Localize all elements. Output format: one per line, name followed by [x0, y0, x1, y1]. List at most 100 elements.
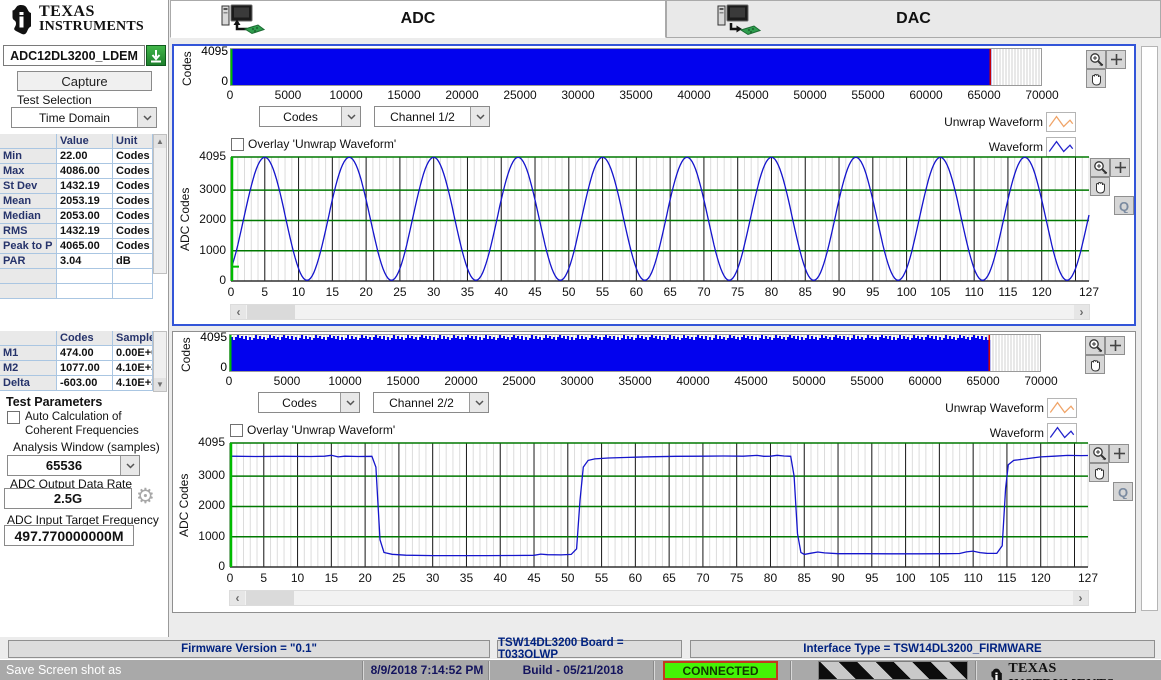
target-frequency-input[interactable]: 497.770000000M — [4, 525, 134, 546]
chevron-down-icon[interactable] — [470, 107, 489, 126]
axis-tick-label: 2000 — [187, 498, 225, 512]
overview-zoom-controls — [1086, 50, 1136, 88]
legend-label: Unwrap Waveform — [945, 401, 1044, 415]
axis-tick-label: 70000 — [1018, 88, 1066, 102]
scroll-right-icon[interactable]: › — [1074, 305, 1089, 319]
pan-hand-button[interactable] — [1086, 69, 1106, 88]
pan-hand-button[interactable] — [1090, 177, 1110, 196]
plot-h-scrollbar[interactable]: ‹ › — [229, 590, 1089, 606]
zoom-tool-button[interactable] — [1086, 50, 1106, 69]
axis-tick-label: 50000 — [786, 88, 834, 102]
axis-tick-label: 80 — [754, 571, 786, 585]
axis-tick-label: 40000 — [669, 374, 717, 388]
stats-table-scrollbar[interactable]: ▲ — [153, 134, 167, 274]
device-select[interactable]: ADC12DL3200_LDEM — [3, 45, 145, 66]
data-rate-input[interactable]: 2.5G — [4, 488, 132, 509]
axis-tick-label: 127 — [1073, 285, 1105, 299]
rescale-button[interactable]: Q — [1114, 196, 1134, 215]
axis-tick-label: 30 — [418, 285, 450, 299]
axis-tick-label: 30000 — [553, 374, 601, 388]
overview-zoom-controls — [1085, 336, 1135, 374]
waveform-plot[interactable] — [230, 156, 1090, 282]
channel-dropdown[interactable]: Channel 1/2 — [374, 106, 490, 127]
test-selection-dropdown[interactable]: Time Domain — [11, 107, 157, 128]
capture-button[interactable]: Capture — [17, 71, 152, 91]
axis-tick-label: 40000 — [670, 88, 718, 102]
axis-tick-label: 105 — [924, 285, 956, 299]
overview-ymin-tick: 0 — [193, 360, 227, 374]
pan-hand-button[interactable] — [1089, 463, 1109, 482]
scroll-thumb[interactable] — [247, 305, 295, 319]
axis-tick-label: 50000 — [785, 374, 833, 388]
marker-table-scrollbar[interactable]: ▼ — [153, 331, 167, 392]
download-arrow-icon — [150, 49, 162, 63]
table-row: Median2053.00Codes — [0, 209, 153, 224]
zoom-tool-button[interactable] — [1089, 444, 1109, 463]
channel-dropdown[interactable]: Channel 2/2 — [373, 392, 489, 413]
save-screenshot-label[interactable]: Save Screen shot as — [6, 663, 121, 677]
overview-plot[interactable] — [230, 48, 1042, 86]
waveform-plot[interactable] — [229, 442, 1089, 568]
axis-tick-label: 45 — [518, 571, 550, 585]
pan-hand-button[interactable] — [1085, 355, 1105, 374]
unit-dropdown[interactable]: Codes — [258, 392, 360, 413]
axis-tick-label: 15 — [315, 571, 347, 585]
scroll-down-icon[interactable]: ▼ — [154, 378, 166, 391]
zoom-in-button[interactable] — [1110, 158, 1130, 177]
table-cell: 0.00E+0 — [113, 346, 153, 361]
table-cell: Min — [0, 149, 57, 164]
axis-tick-label: 85 — [788, 571, 820, 585]
chevron-down-icon[interactable] — [340, 393, 359, 412]
axis-tick-label: 65 — [654, 285, 686, 299]
zoom-tool-button[interactable] — [1090, 158, 1110, 177]
zoom-tool-button[interactable] — [1085, 336, 1105, 355]
chevron-down-icon[interactable] — [469, 393, 488, 412]
axis-tick-label: 120 — [1026, 285, 1058, 299]
auto-calc-checkbox[interactable] — [7, 411, 20, 424]
axis-tick-label: 5 — [248, 571, 280, 585]
axis-tick-label: 25000 — [495, 374, 543, 388]
gear-icon[interactable]: ⚙ — [136, 486, 155, 507]
chevron-down-icon[interactable] — [341, 107, 360, 126]
table-row: St Dev1432.19Codes — [0, 179, 153, 194]
interface-type-box: Interface Type = TSW14DL3200_FIRMWARE — [690, 640, 1155, 658]
chevron-down-icon[interactable] — [137, 108, 156, 127]
overlay-unwrap-checkbox[interactable] — [231, 138, 244, 151]
table-row — [0, 284, 153, 299]
plot-h-scrollbar[interactable]: ‹ › — [230, 304, 1090, 320]
table-row: PAR3.04dB — [0, 254, 153, 269]
table-header-cell: Value — [57, 134, 113, 149]
ti-footer-logo-text: TEXAS INSTRUMENTS — [1008, 661, 1161, 680]
zoom-in-button[interactable] — [1109, 444, 1129, 463]
table-cell — [0, 284, 57, 299]
zoom-in-button[interactable] — [1106, 50, 1126, 69]
legend-waveform: Waveform — [989, 137, 1076, 157]
divider — [653, 661, 655, 680]
test-selection-label: Test Selection — [17, 93, 92, 107]
overview-plot[interactable] — [229, 334, 1041, 372]
tab-adc[interactable]: ADC — [170, 0, 666, 38]
load-device-button[interactable] — [146, 45, 166, 66]
unit-dropdown[interactable]: Codes — [259, 106, 361, 127]
scroll-thumb[interactable] — [246, 591, 294, 605]
table-cell: 4086.00 — [57, 164, 113, 179]
axis-tick-label: 3000 — [188, 182, 226, 196]
rescale-button[interactable]: Q — [1113, 482, 1133, 501]
unit-value: Codes — [259, 393, 340, 412]
vertical-scrollbar[interactable] — [1141, 46, 1158, 611]
overlay-unwrap-checkbox[interactable] — [230, 424, 243, 437]
zoom-in-button[interactable] — [1105, 336, 1125, 355]
axis-tick-label: 75 — [721, 571, 753, 585]
scroll-right-icon[interactable]: › — [1073, 591, 1088, 605]
axis-tick-label: 65000 — [960, 88, 1008, 102]
axis-tick-label: 15 — [316, 285, 348, 299]
test-selection-value: Time Domain — [12, 108, 137, 127]
table-cell: RMS — [0, 224, 57, 239]
scroll-up-icon[interactable]: ▲ — [154, 135, 166, 148]
scroll-left-icon[interactable]: ‹ — [230, 591, 245, 605]
tab-dac[interactable]: DAC — [666, 0, 1161, 38]
chevron-down-icon[interactable] — [120, 456, 139, 475]
scroll-left-icon[interactable]: ‹ — [231, 305, 246, 319]
axis-tick-label: 65 — [653, 571, 685, 585]
analysis-window-dropdown[interactable]: 65536 — [7, 455, 140, 476]
